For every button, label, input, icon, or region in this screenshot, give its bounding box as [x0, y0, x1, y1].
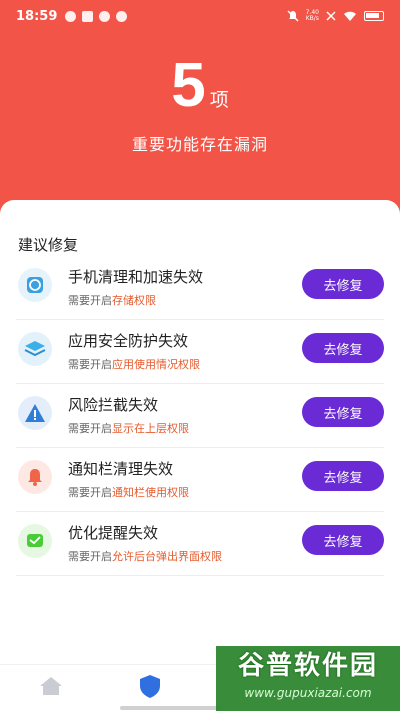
repair-list: 手机清理和加速失效 需要开启存储权限 去修复 应用安全防护失效 需要开启应用使用… [0, 256, 400, 576]
fix-button[interactable]: 去修复 [302, 525, 384, 555]
item-description: 需要开启应用使用情况权限 [68, 358, 200, 371]
cross-icon [326, 11, 336, 21]
repair-card: 建议修复 手机清理和加速失效 需要开启存储权限 去修复 应用安全防护失效 需要开… [0, 200, 400, 711]
mail-icon [82, 10, 94, 22]
issue-unit: 项 [209, 89, 229, 111]
permission-link[interactable]: 允许后台弹出界面权限 [112, 550, 222, 563]
mute-icon [287, 10, 299, 22]
permission-link[interactable]: 存储权限 [112, 294, 156, 307]
summary-header: 5 项 重要功能存在漏洞 [0, 55, 400, 155]
item-description: 需要开启允许后台弹出界面权限 [68, 550, 222, 563]
header-subtitle: 重要功能存在漏洞 [131, 135, 268, 154]
item-title: 手机清理和加速失效 [68, 268, 204, 286]
watermark-title: 谷普软件园 [237, 651, 378, 681]
repair-item-notification[interactable]: 通知栏清理失效 需要开启通知栏使用权限 去修复 [16, 448, 384, 512]
item-description: 需要开启通知栏使用权限 [68, 486, 189, 499]
watermark: 谷普软件园 www.gupuxiazai.com [216, 646, 400, 711]
item-description: 需要开启存储权限 [68, 294, 156, 307]
fix-button[interactable]: 去修复 [302, 333, 384, 363]
section-title: 建议修复 [18, 236, 79, 254]
notification-icon [65, 10, 77, 22]
fix-button[interactable]: 去修复 [302, 461, 384, 491]
item-title: 通知栏清理失效 [68, 460, 174, 478]
app-notification-icon [99, 10, 111, 22]
app-layers-icon [18, 332, 52, 366]
item-title: 风险拦截失效 [68, 396, 159, 414]
repair-item-optimize-reminder[interactable]: 优化提醒失效 需要开启允许后台弹出界面权限 去修复 [16, 512, 384, 576]
issue-count: 5 [171, 51, 206, 120]
net-speed: 7.40 KB/s [305, 9, 319, 22]
repair-item-cleaner[interactable]: 手机清理和加速失效 需要开启存储权限 去修复 [16, 256, 384, 320]
permission-link[interactable]: 应用使用情况权限 [112, 358, 200, 371]
bell-icon [18, 460, 52, 494]
permission-link[interactable]: 显示在上层权限 [112, 422, 189, 435]
repair-item-app-protection[interactable]: 应用安全防护失效 需要开启应用使用情况权限 去修复 [16, 320, 384, 384]
battery-icon [364, 11, 384, 21]
fix-button[interactable]: 去修复 [302, 269, 384, 299]
item-title: 优化提醒失效 [68, 524, 159, 542]
wifi-icon [344, 11, 356, 21]
home-indicator [120, 706, 220, 710]
warning-triangle-icon [18, 396, 52, 430]
status-bar: 18:59 7.40 KB/s [0, 0, 400, 32]
permission-link[interactable]: 通知栏使用权限 [112, 486, 189, 499]
home-icon[interactable] [38, 675, 64, 701]
clock-icon [116, 10, 128, 22]
item-description: 需要开启显示在上层权限 [68, 422, 189, 435]
shield-icon[interactable] [137, 673, 163, 703]
fix-button[interactable]: 去修复 [302, 397, 384, 427]
item-title: 应用安全防护失效 [68, 332, 189, 350]
watermark-url: www.gupuxiazai.com [244, 686, 372, 700]
cleaner-shield-icon [18, 268, 52, 302]
status-time: 18:59 [16, 8, 58, 24]
message-icon [18, 524, 52, 558]
repair-item-risk-block[interactable]: 风险拦截失效 需要开启显示在上层权限 去修复 [16, 384, 384, 448]
